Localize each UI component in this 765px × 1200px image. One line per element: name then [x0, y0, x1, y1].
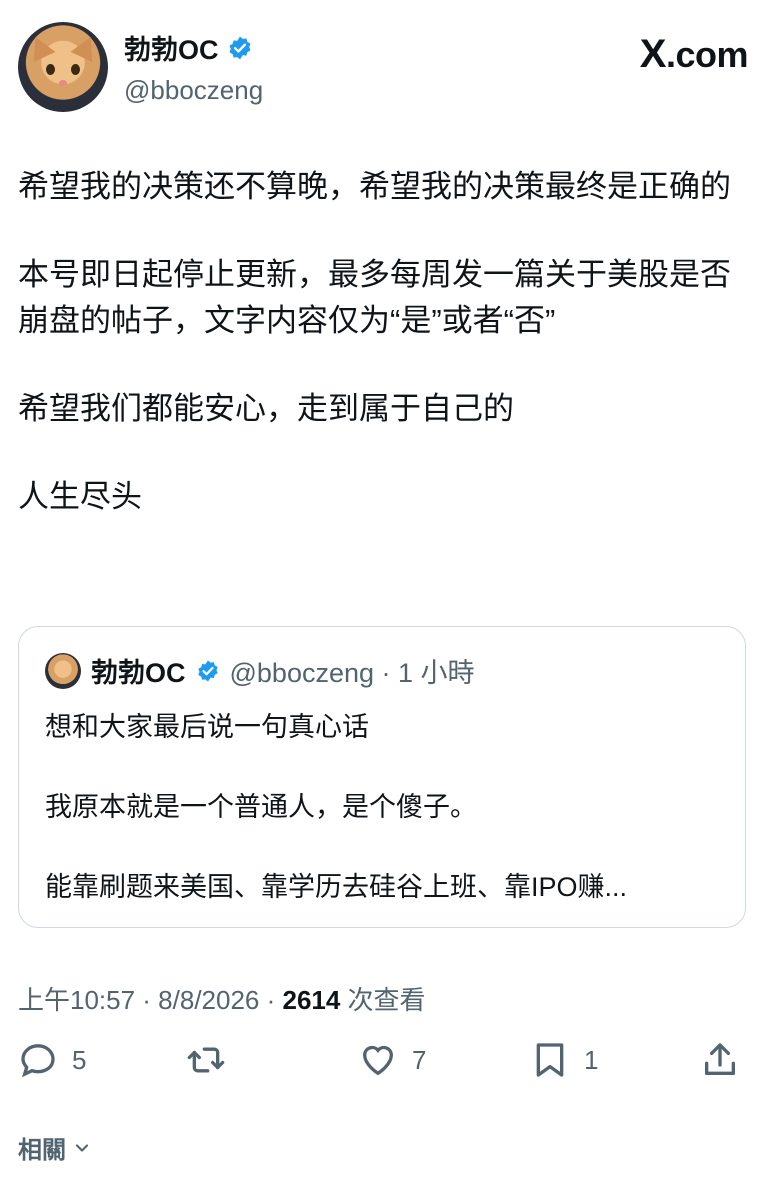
bookmark-count: 1 [584, 1044, 599, 1075]
retweet-icon [187, 1047, 225, 1073]
tweet-paragraph: 希望我的决策还不算晚，希望我的决策最终是正确的 [18, 169, 731, 204]
tweet-text: 希望我的决策还不算晚，希望我的决策最终是正确的 本号即日起停止更新，最多每周发一… [18, 164, 748, 562]
quoted-tweet-header: 勃勃OC @bboczeng · 1 小時 [45, 651, 475, 690]
quoted-handle-time: @bboczeng · 1 小時 [229, 658, 475, 688]
views-count: 2614 [282, 985, 341, 1015]
author-handle[interactable]: @bboczeng [124, 75, 263, 106]
bookmark-icon [536, 1043, 564, 1077]
reply-icon [21, 1044, 55, 1078]
retweet-button[interactable] [186, 1040, 226, 1080]
share-icon [705, 1043, 735, 1075]
tweet-paragraph: 人生尽头 [18, 479, 142, 514]
quoted-author-name: 勃勃OC [91, 658, 186, 688]
tweet-paragraph: 希望我们都能安心，走到属于自己的 [18, 391, 514, 426]
tweet-paragraph: 本号即日起停止更新，最多每周发一篇关于美股是否崩盘的帖子，文字内容仅为“是”或者… [18, 257, 731, 338]
author-block: 勃勃OC @bboczeng [124, 28, 263, 106]
related-toggle[interactable]: 相關 [18, 1130, 92, 1165]
author-name[interactable]: 勃勃OC [124, 28, 253, 67]
heart-icon [362, 1045, 394, 1076]
tweet-timestamp[interactable]: 上午10:57 · 8/8/2026 · [18, 985, 282, 1015]
action-bar: 5 7 1 [18, 1040, 740, 1096]
reply-button[interactable]: 5 [18, 1040, 86, 1080]
chevron-down-icon [75, 1143, 89, 1152]
avatar[interactable] [18, 22, 108, 112]
share-button[interactable] [700, 1040, 740, 1080]
x-logo-icon: X [639, 32, 667, 76]
verified-badge-icon [228, 36, 251, 59]
author-name-text[interactable]: 勃勃OC [124, 28, 219, 67]
like-button[interactable]: 7 [358, 1040, 426, 1080]
quoted-line: 想和大家最后说一句真心话 [45, 712, 369, 742]
related-label[interactable]: 相關 [18, 1130, 66, 1165]
reply-count: 5 [72, 1044, 87, 1075]
quoted-line: 能靠刷题来美国、靠学历去硅谷上班、靠IPO赚... [45, 872, 628, 902]
quoted-tweet[interactable]: 勃勃OC @bboczeng · 1 小時 想和大家最后说一句真心话 我原本就是… [18, 626, 746, 928]
x-logo-text: .com [665, 34, 749, 75]
quoted-avatar [45, 652, 81, 689]
tweet-header: 勃勃OC @bboczeng X.com [18, 22, 749, 114]
x-logo: X.com [639, 32, 749, 77]
verified-badge-icon [197, 660, 218, 681]
views-label: 次查看 [340, 985, 426, 1015]
tweet-meta: 上午10:57 · 8/8/2026 · 2614 次查看 [18, 980, 426, 1017]
like-count: 7 [412, 1044, 427, 1075]
bookmark-button[interactable]: 1 [530, 1040, 598, 1080]
quoted-tweet-body: 想和大家最后说一句真心话 我原本就是一个普通人，是个傻子。 能靠刷题来美国、靠学… [45, 707, 725, 947]
quoted-line: 我原本就是一个普通人，是个傻子。 [45, 792, 477, 822]
